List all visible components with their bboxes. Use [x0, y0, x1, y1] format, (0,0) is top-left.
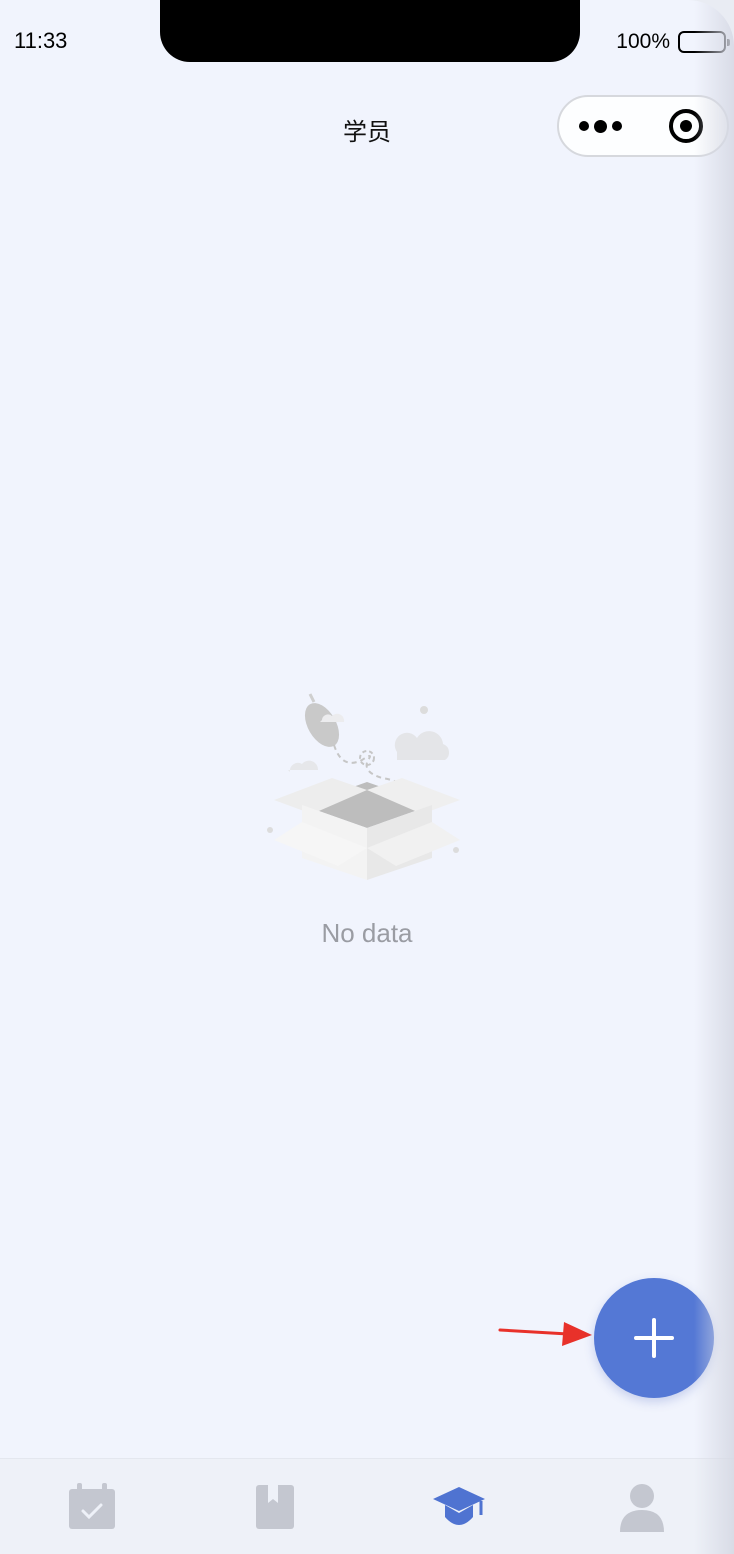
empty-box-icon — [267, 693, 460, 880]
target-circle-icon[interactable] — [669, 109, 703, 143]
battery-icon — [678, 31, 730, 53]
empty-text: No data — [321, 918, 413, 948]
bottom-tabbar — [0, 1458, 734, 1554]
device-notch — [160, 0, 580, 62]
tab-profile[interactable] — [582, 1467, 702, 1547]
graduation-cap-icon — [432, 1486, 485, 1525]
calendar-check-icon — [68, 1482, 115, 1529]
tab-students[interactable] — [399, 1467, 519, 1547]
tab-courses[interactable] — [215, 1467, 335, 1547]
battery-percent: 100% — [616, 30, 670, 53]
miniapp-capsule — [557, 95, 729, 157]
more-dots-icon[interactable] — [579, 119, 622, 133]
empty-state: No data — [0, 690, 734, 949]
app-screen: 11:33 100% 学员 No data — [0, 0, 734, 1554]
bookmark-book-icon — [256, 1484, 295, 1529]
status-battery: 100% — [616, 30, 730, 54]
tab-schedule[interactable] — [32, 1467, 152, 1547]
status-time: 11:33 — [14, 28, 68, 53]
person-icon — [620, 1483, 665, 1532]
red-arrow-icon — [498, 1322, 592, 1346]
add-student-button[interactable] — [594, 1278, 714, 1398]
plus-icon — [634, 1318, 674, 1358]
